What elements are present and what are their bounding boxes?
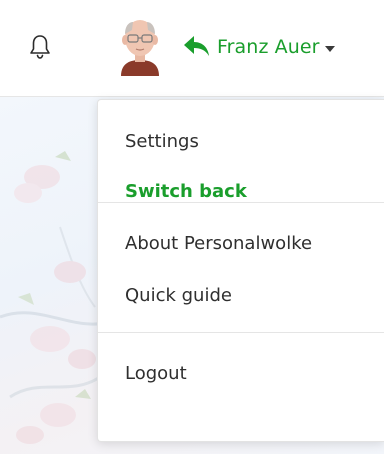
menu-item-logout[interactable]: Logout [98,361,384,387]
user-name: Franz Auer [217,36,320,58]
menu-item-settings[interactable]: Settings [98,129,384,155]
bell-icon[interactable] [29,34,51,60]
menu-section-account: Settings Switch back [98,100,384,202]
top-bar: Franz Auer [0,0,384,97]
user-menu-toggle[interactable]: Franz Auer [183,32,335,62]
caret-down-icon [324,45,335,52]
user-dropdown-menu: Settings Switch back About Personalwolke… [97,99,384,442]
menu-item-quick-guide[interactable]: Quick guide [98,283,384,309]
menu-section-session: Logout [98,333,384,387]
menu-item-about[interactable]: About Personalwolke [98,231,384,257]
switch-back-arrow-icon [184,36,209,56]
menu-section-help: About Personalwolke Quick guide [98,203,384,332]
avatar[interactable] [113,16,167,76]
